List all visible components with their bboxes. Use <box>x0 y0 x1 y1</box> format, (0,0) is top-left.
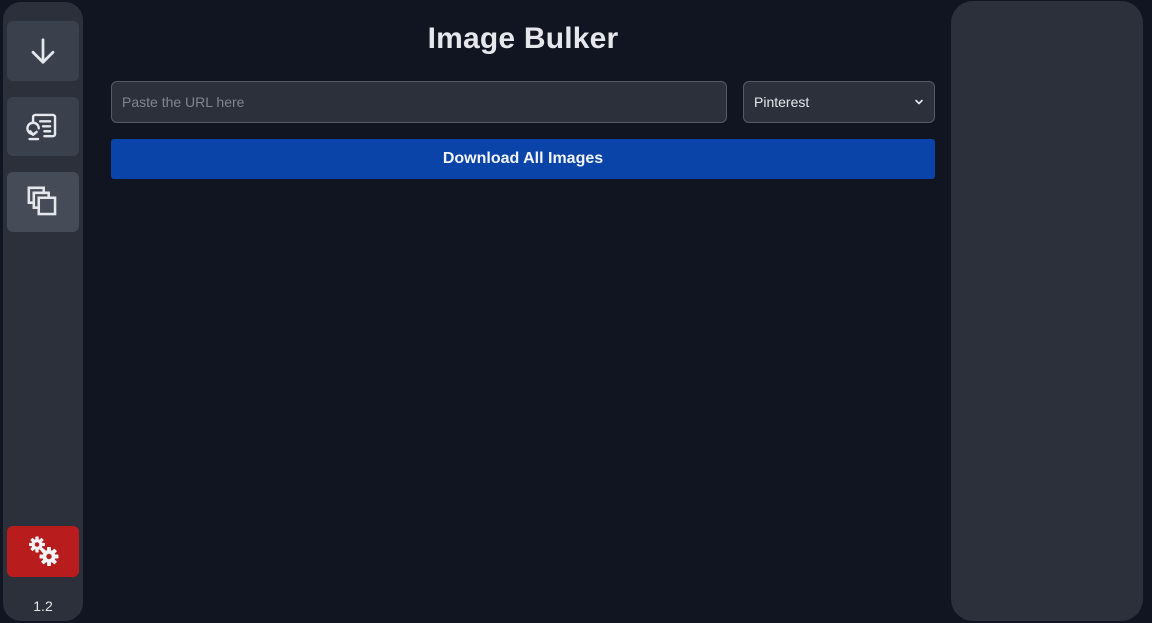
download-all-button[interactable]: Download All Images <box>111 139 935 179</box>
platform-select[interactable]: Pinterest <box>743 81 935 123</box>
history-list-icon <box>26 113 57 140</box>
stacked-squares-icon <box>27 186 57 216</box>
settings-button[interactable] <box>7 526 79 577</box>
platform-select-value: Pinterest <box>754 94 810 110</box>
right-panel <box>951 1 1143 621</box>
gallery-nav-button[interactable] <box>7 172 79 232</box>
version-label: 1.2 <box>33 598 53 614</box>
gears-icon <box>29 536 59 566</box>
download-nav-button[interactable] <box>7 21 79 81</box>
sidebar: 1.2 <box>3 2 83 621</box>
arrow-down-icon <box>31 38 55 64</box>
page-title: Image Bulker <box>427 22 619 55</box>
chevron-down-icon <box>915 99 923 105</box>
url-input[interactable] <box>111 81 727 123</box>
history-nav-button[interactable] <box>7 97 79 156</box>
